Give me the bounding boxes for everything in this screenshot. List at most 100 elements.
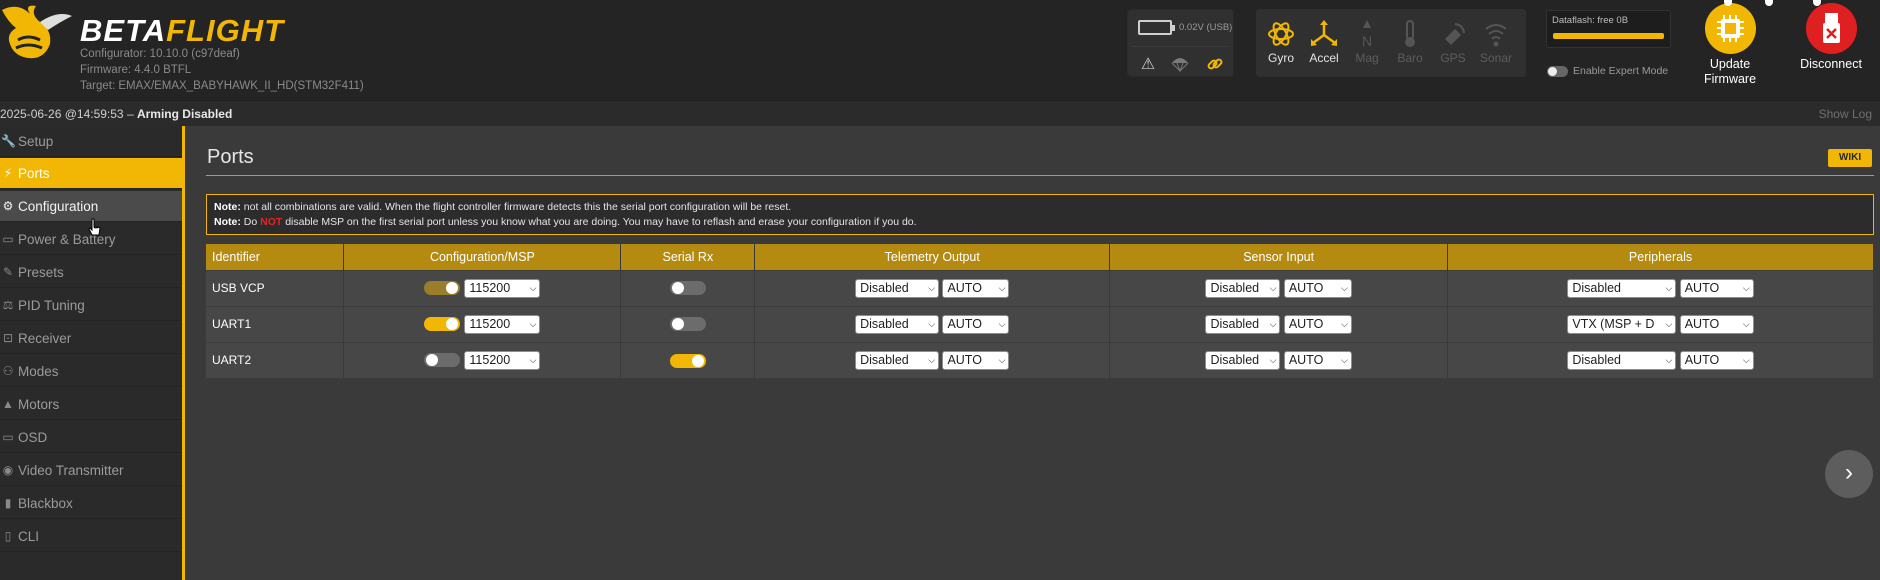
gear-icon: ⚙ (2, 199, 14, 213)
chevron-down-icon: ⌵ (1742, 318, 1750, 329)
battery-panel: 0.02V (USB) ⚠ (1127, 9, 1234, 77)
peripherals-baud-select[interactable]: AUTO ⌵ (1679, 314, 1754, 334)
sensor-select[interactable]: Disabled ⌵ (1205, 314, 1281, 334)
sensor-baud-select[interactable]: AUTO ⌵ (1283, 278, 1352, 298)
table-row: USB VCP 115200 ⌵ Disabled ⌵ AUTO ⌵ Disabled… (206, 269, 1874, 306)
expert-mode-toggle[interactable] (1547, 66, 1568, 77)
betaflight-wordmark: BETAFLIGHT (80, 13, 285, 48)
column-header: Serial Rx (620, 244, 756, 270)
chevron-down-icon: ⌵ (1742, 282, 1750, 293)
blackbox-icon: ▮ (4, 496, 12, 510)
chevron-down-icon: ⌵ (529, 354, 537, 365)
port-identifier: UART2 (206, 341, 345, 378)
battery-icon (1138, 20, 1175, 35)
status-text: 2025-06-26 @14:59:53 – Arming Disabled (0, 107, 233, 121)
update-firmware-label: Update Firmware (1703, 57, 1757, 86)
divider (206, 175, 1874, 176)
sensor-baud-select[interactable]: AUTO ⌵ (1283, 314, 1352, 334)
sensor-status-panel: Gyro Accel N Mag Baro GPS Sonar (1256, 9, 1526, 77)
sidebar-item-osd[interactable]: ▭ OSD (0, 422, 182, 453)
sidebar-item-setup[interactable]: 🔧 Setup (0, 126, 182, 157)
firmware-version: Firmware: 4.4.0 BTFL (80, 64, 192, 76)
next-arrow-button[interactable]: › (1825, 450, 1873, 498)
sidebar-item-modes[interactable]: ⚇ Modes (0, 356, 182, 387)
telemetry-select[interactable]: Disabled ⌵ (855, 278, 940, 298)
chevron-down-icon: ⌵ (1340, 354, 1348, 365)
sensor-baud-select[interactable]: AUTO ⌵ (1283, 350, 1352, 370)
configurator-version: Configurator: 10.10.0 (c97deaf) (80, 48, 240, 60)
sensor-sonar: Sonar (1474, 9, 1518, 77)
port-identifier: USB VCP (206, 269, 345, 306)
serial-rx-toggle[interactable] (669, 317, 706, 332)
sensor-select[interactable]: Disabled ⌵ (1205, 278, 1281, 298)
sidebar-item-ports[interactable]: ⚡ Ports (0, 158, 182, 189)
sidebar-item-motors[interactable]: ▲ Motors (0, 389, 182, 420)
msp-toggle[interactable] (424, 281, 461, 295)
chevron-down-icon: ⌵ (529, 282, 537, 293)
telemetry-baud-select[interactable]: AUTO ⌵ (942, 350, 1010, 370)
serial-rx-toggle[interactable] (669, 281, 706, 296)
page-title: Ports (207, 146, 254, 168)
link-icon (1207, 58, 1223, 70)
plug-icon: ⚡ (3, 166, 13, 180)
msp-baud-select[interactable]: 115200 ⌵ (464, 278, 541, 298)
sensor-select[interactable]: Disabled ⌵ (1205, 350, 1281, 370)
column-header: Telemetry Output (754, 244, 1111, 270)
chevron-down-icon: ⌵ (529, 318, 537, 329)
arming-state: Arming Disabled (136, 107, 233, 121)
warning-icon: ⚠ (1140, 56, 1156, 73)
peripherals-select[interactable]: Disabled ⌵ (1567, 278, 1677, 298)
dataflash-panel: Dataflash: free 0B (1546, 10, 1671, 48)
sidebar-item-pid-tuning[interactable]: ⚖ PID Tuning (0, 290, 182, 321)
column-header: Configuration/MSP (343, 244, 622, 270)
peripherals-baud-select[interactable]: AUTO ⌵ (1679, 278, 1754, 298)
cli-icon: ▯ (4, 529, 12, 543)
sidebar-item-blackbox[interactable]: ▮ Blackbox (0, 488, 182, 519)
msp-baud-select[interactable]: 115200 ⌵ (464, 350, 541, 370)
expert-mode-label: Enable Expert Mode (1573, 65, 1669, 77)
table-header-row: Identifier Configuration/MSP Serial Rx T… (206, 244, 1874, 270)
telemetry-baud-select[interactable]: AUTO ⌵ (942, 314, 1010, 334)
note-line-1: Note: not all combinations are valid. Wh… (214, 201, 792, 213)
status-bar: 2025-06-26 @14:59:53 – Arming Disabled S… (0, 100, 1880, 126)
chevron-down-icon: ⌵ (998, 282, 1006, 293)
port-identifier: UART1 (206, 305, 345, 342)
sidebar-item-presets[interactable]: ✎ Presets (0, 257, 182, 288)
chevron-down-icon: ⌵ (1665, 282, 1673, 293)
telemetry-select[interactable]: Disabled ⌵ (855, 314, 940, 334)
msp-toggle[interactable] (424, 317, 461, 331)
update-firmware-button[interactable]: Update Firmware (1685, 3, 1775, 87)
msp-baud-select[interactable]: 115200 ⌵ (464, 314, 541, 334)
peripherals-select[interactable]: Disabled ⌵ (1567, 350, 1677, 370)
msp-toggle[interactable] (424, 353, 461, 368)
chevron-down-icon: ⌵ (1665, 354, 1673, 365)
disconnect-button[interactable]: Disconnect (1786, 3, 1876, 72)
sensor-gps: GPS (1431, 9, 1475, 77)
usb-disconnect-icon (1805, 3, 1857, 54)
mag-icon: N (1362, 20, 1372, 49)
show-log-link[interactable]: Show Log (1819, 107, 1872, 121)
motor-icon: ▲ (2, 397, 14, 411)
svg-text:N: N (1362, 33, 1372, 49)
peripherals-baud-select[interactable]: AUTO ⌵ (1679, 350, 1754, 370)
chevron-down-icon: ⌵ (1340, 282, 1348, 293)
app-header: BETAFLIGHT Configurator: 10.10.0 (c97dea… (0, 0, 1880, 100)
column-header: Identifier (206, 244, 345, 270)
sidebar-item-video-transmitter[interactable]: ◉ Video Transmitter (0, 455, 182, 486)
ports-table: Identifier Configuration/MSP Serial Rx T… (206, 244, 1874, 378)
wiki-button[interactable]: WIKI (1828, 149, 1872, 167)
osd-icon: ▭ (2, 430, 14, 444)
telemetry-baud-select[interactable]: AUTO ⌵ (942, 278, 1010, 298)
disconnect-label: Disconnect (1800, 57, 1862, 71)
sidebar-item-receiver[interactable]: ⊡ Receiver (0, 323, 182, 354)
sidebar-item-cli[interactable]: ▯ CLI (0, 521, 182, 552)
sensor-baro: Baro (1388, 9, 1432, 77)
serial-rx-toggle[interactable] (669, 353, 706, 368)
peripherals-select[interactable]: VTX (MSP + D ⌵ (1567, 314, 1677, 334)
telemetry-select[interactable]: Disabled ⌵ (855, 350, 940, 370)
chevron-down-icon: ⌵ (1269, 282, 1277, 293)
chevron-down-icon: ⌵ (998, 318, 1006, 329)
column-header: Sensor Input (1109, 244, 1449, 270)
sidebar-nav: 🔧 Setup ⚡ Ports ⚙ Configuration ▭ Power & Ba… (0, 126, 185, 580)
chip-icon (1704, 3, 1756, 54)
